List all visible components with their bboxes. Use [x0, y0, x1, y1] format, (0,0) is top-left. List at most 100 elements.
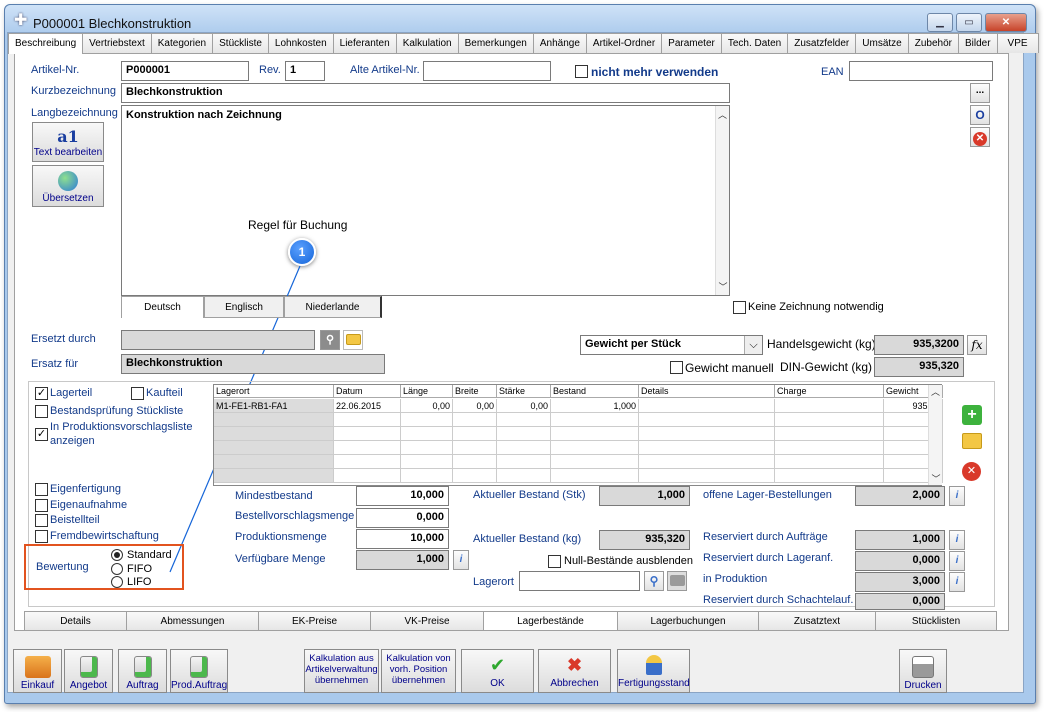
empty-table-cell[interactable] — [639, 441, 775, 455]
empty-table-cell[interactable] — [551, 455, 639, 469]
tab-stueckliste[interactable]: Stückliste — [212, 33, 269, 53]
empty-table-cell[interactable] — [453, 413, 497, 427]
lagerbestand-table[interactable]: Lagerort Datum Länge Breite Stärke Besta… — [213, 384, 943, 486]
empty-table-cell[interactable] — [334, 427, 401, 441]
lang-tab-deutsch[interactable]: Deutsch — [121, 296, 204, 318]
kalkulation-position-button[interactable]: Kalkulation von vorh. Position übernehme… — [381, 649, 456, 693]
empty-table-cell[interactable] — [775, 413, 884, 427]
nicht-mehr-verwenden-checkbox[interactable] — [575, 65, 588, 78]
langbezeichnung-scrollbar[interactable]: ︿ ﹀ — [715, 106, 729, 295]
tab-ek-preise[interactable]: EK-Preise — [258, 611, 371, 631]
lang-tab-niederlande[interactable]: Niederlande — [284, 296, 382, 318]
empty-table-cell[interactable] — [214, 455, 334, 469]
tab-zubehoer[interactable]: Zubehör — [907, 33, 959, 53]
lagerteil-checkbox[interactable]: ✓ — [35, 387, 48, 400]
ersatz-fuer-field[interactable]: Blechkonstruktion — [121, 354, 385, 374]
empty-table-cell[interactable] — [401, 469, 453, 483]
tab-anhaenge[interactable]: Anhänge — [532, 33, 587, 53]
empty-table-cell[interactable] — [334, 441, 401, 455]
prod-auftrag-button[interactable]: Prod.Auftrag — [170, 649, 228, 693]
scroll-down-icon[interactable]: ﹀ — [929, 472, 943, 485]
column-header[interactable]: Datum — [334, 385, 401, 398]
din-gewicht-field[interactable]: 935,320 — [874, 357, 964, 377]
eigenaufnahme-checkbox[interactable] — [35, 499, 48, 512]
kurzbezeichnung-field[interactable]: Blechkonstruktion — [121, 83, 730, 103]
column-header[interactable]: Stärke — [497, 385, 551, 398]
empty-table-cell[interactable] — [551, 413, 639, 427]
bewertung-lifo-radio[interactable] — [111, 576, 123, 588]
tab-vpe[interactable]: VPE — [996, 33, 1039, 53]
artikel-nr-field[interactable]: P000001 — [121, 61, 249, 81]
ok-button[interactable]: ✔ OK — [461, 649, 534, 693]
empty-table-cell[interactable] — [401, 413, 453, 427]
in-produktion-field[interactable]: 3,000 — [855, 572, 945, 592]
handelsgewicht-field[interactable]: 935,3200 — [874, 335, 964, 355]
empty-table-cell[interactable] — [775, 427, 884, 441]
empty-table-cell[interactable] — [551, 469, 639, 483]
table-cell[interactable]: 0,00 — [497, 399, 551, 413]
aktueller-bestand-stk-field[interactable]: 1,000 — [599, 486, 690, 506]
tab-details[interactable]: Details — [24, 611, 127, 631]
aktueller-bestand-kg-field[interactable]: 935,320 — [599, 530, 690, 550]
tab-stuecklisten[interactable]: Stücklisten — [875, 611, 997, 631]
folder-icon[interactable] — [962, 433, 982, 449]
empty-table-cell[interactable] — [334, 455, 401, 469]
table-cell[interactable]: M1-FE1-RB1-FA1 — [214, 399, 334, 413]
tab-umsaetze[interactable]: Umsätze — [855, 33, 909, 53]
tab-lagerbestaende[interactable]: Lagerbestände — [483, 611, 618, 631]
ersetzt-durch-field[interactable] — [121, 330, 315, 350]
tab-artikel-ordner[interactable]: Artikel-Ordner — [585, 33, 663, 53]
beistellteil-checkbox[interactable] — [35, 514, 48, 527]
tab-zusatztext[interactable]: Zusatztext — [758, 611, 876, 631]
kalkulation-artikel-button[interactable]: Kalkulation aus Artikelverwaltung überne… — [304, 649, 379, 693]
rev-field[interactable]: 1 — [285, 61, 325, 81]
column-header[interactable]: Charge — [775, 385, 884, 398]
empty-table-cell[interactable] — [497, 455, 551, 469]
minimize-button[interactable]: ▁ — [927, 13, 953, 32]
fertigungsstand-button[interactable]: Fertigungsstand — [617, 649, 690, 693]
reserviert-lageranf-field[interactable]: 0,000 — [855, 551, 945, 571]
tab-parameter[interactable]: Parameter — [661, 33, 722, 53]
tab-bilder[interactable]: Bilder — [957, 33, 998, 53]
maximize-button[interactable]: ▭ — [956, 13, 982, 32]
produktionsmenge-field[interactable]: 10,000 — [356, 529, 449, 549]
tab-zusatzfelder[interactable]: Zusatzfelder — [787, 33, 857, 53]
add-row-icon[interactable]: + — [962, 405, 982, 425]
lagerort-folder-button[interactable] — [667, 571, 687, 591]
search-button[interactable]: ⚲ — [320, 330, 340, 350]
alte-artikel-nr-field[interactable] — [423, 61, 551, 81]
abbrechen-button[interactable]: ✖ Abbrechen — [538, 649, 611, 693]
empty-table-cell[interactable] — [453, 427, 497, 441]
empty-table-cell[interactable] — [775, 469, 884, 483]
empty-table-cell[interactable] — [775, 441, 884, 455]
angebot-button[interactable]: Angebot — [64, 649, 113, 693]
column-header[interactable]: Details — [639, 385, 775, 398]
delete-text-button[interactable]: ✕ — [970, 127, 990, 147]
fremdbewirtschaftung-checkbox[interactable] — [35, 530, 48, 543]
tab-abmessungen[interactable]: Abmessungen — [126, 611, 259, 631]
empty-table-cell[interactable] — [453, 455, 497, 469]
ean-field[interactable] — [849, 61, 993, 81]
null-bestaende-checkbox[interactable] — [548, 555, 561, 568]
empty-table-cell[interactable] — [453, 469, 497, 483]
table-cell[interactable]: 0,00 — [453, 399, 497, 413]
table-cell[interactable]: 22.06.2015 — [334, 399, 401, 413]
bestandspruefung-checkbox[interactable] — [35, 405, 48, 418]
tab-kalkulation[interactable]: Kalkulation — [395, 33, 459, 53]
table-scrollbar[interactable]: ︿ ﹀ — [928, 385, 942, 485]
tab-lieferanten[interactable]: Lieferanten — [332, 33, 397, 53]
table-cell[interactable]: 0,00 — [401, 399, 453, 413]
langbezeichnung-textarea[interactable]: Konstruktion nach Zeichnung — [121, 105, 730, 296]
lang-tab-englisch[interactable]: Englisch — [204, 296, 284, 318]
lagerort-field[interactable] — [519, 571, 640, 591]
empty-table-cell[interactable] — [401, 441, 453, 455]
verfuegbar-field[interactable]: 1,000 — [356, 550, 449, 570]
scroll-up-icon[interactable]: ︿ — [929, 385, 942, 398]
folder-button[interactable] — [343, 330, 363, 350]
empty-table-cell[interactable] — [401, 455, 453, 469]
bewertung-standard-radio[interactable] — [111, 549, 123, 561]
empty-table-cell[interactable] — [497, 469, 551, 483]
auftrag-button[interactable]: Auftrag — [118, 649, 167, 693]
info-icon[interactable]: i — [949, 572, 965, 592]
formula-button[interactable]: fx — [967, 335, 987, 355]
